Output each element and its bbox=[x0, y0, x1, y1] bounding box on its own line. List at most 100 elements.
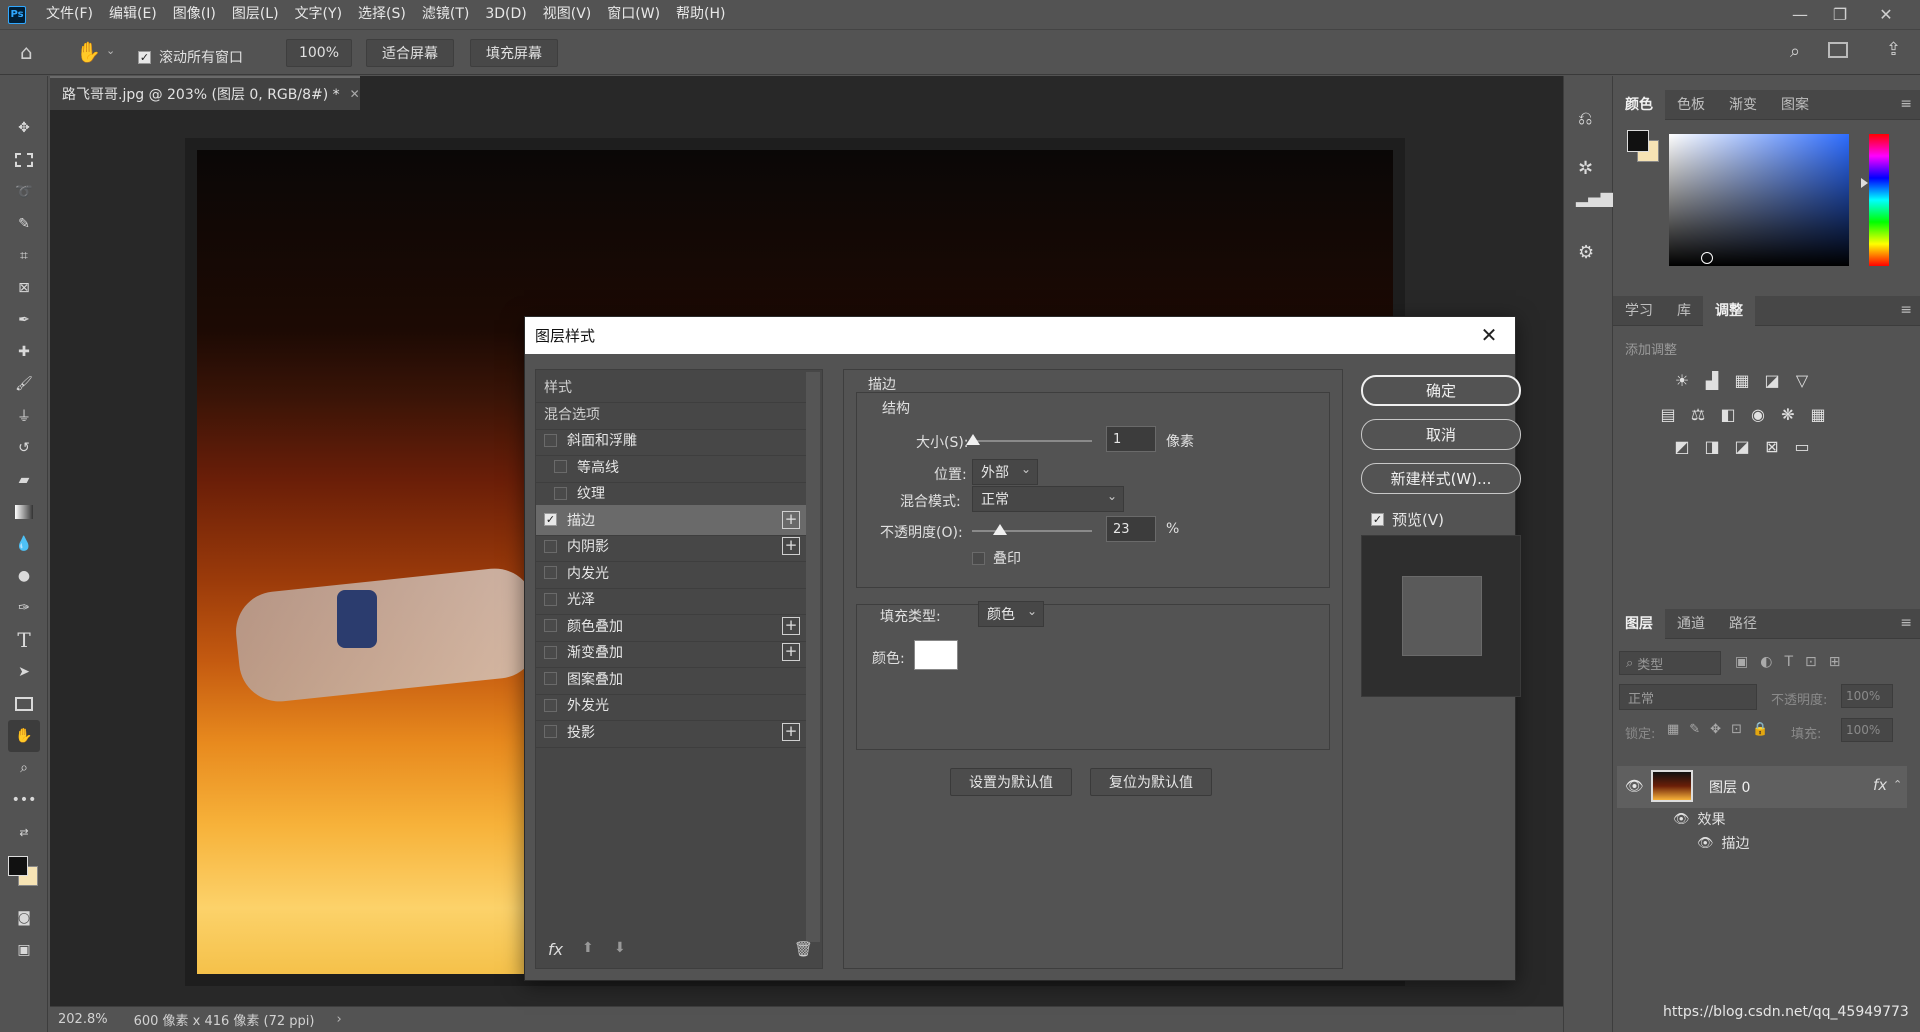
layer-row[interactable]: 👁 图层 0 fx ⌃ bbox=[1617, 766, 1907, 808]
checkbox-unchecked-icon[interactable] bbox=[554, 460, 567, 473]
rectangle-tool-icon[interactable] bbox=[8, 688, 40, 720]
set-default-button[interactable]: 设置为默认值 bbox=[950, 768, 1072, 796]
add-instance-icon[interactable]: + bbox=[782, 722, 800, 741]
screen-mode-icon[interactable]: ▣ bbox=[8, 934, 40, 966]
menu-item-7[interactable]: 3D(D) bbox=[477, 0, 534, 29]
tab-paths[interactable]: 路径 bbox=[1717, 609, 1769, 639]
menu-item-8[interactable]: 视图(V) bbox=[535, 0, 600, 29]
properties-icon[interactable]: ⚙ bbox=[1578, 242, 1594, 263]
lasso-tool-icon[interactable]: ➰ bbox=[8, 176, 40, 208]
channel-mixer-icon[interactable]: ❋ bbox=[1777, 404, 1799, 424]
opacity-slider[interactable] bbox=[972, 530, 1092, 532]
style-item-13[interactable]: 投影 + bbox=[536, 717, 806, 748]
color-lookup-icon[interactable]: ▦ bbox=[1807, 404, 1829, 424]
exposure-icon[interactable]: ◪ bbox=[1761, 370, 1783, 390]
layer-filter-dropdown[interactable]: ⌕ 类型 bbox=[1619, 651, 1721, 675]
preview-checkbox[interactable]: ✓ 预览(V) bbox=[1371, 509, 1444, 530]
panel-menu-icon[interactable]: ≡ bbox=[1900, 302, 1912, 318]
zoom-tool-icon[interactable]: ⌕ bbox=[8, 752, 40, 784]
add-instance-icon[interactable]: + bbox=[782, 643, 800, 661]
swap-colors-icon[interactable]: ⇄ bbox=[8, 816, 40, 848]
checkbox-unchecked-icon[interactable] bbox=[554, 486, 567, 500]
checkbox-unchecked-icon[interactable] bbox=[544, 433, 557, 447]
menu-item-6[interactable]: 滤镜(T) bbox=[414, 0, 477, 29]
share-icon[interactable]: ⇪ bbox=[1886, 39, 1901, 60]
lock-icons[interactable]: ▦✎✥⊡🔒 bbox=[1667, 722, 1778, 737]
add-instance-icon[interactable]: + bbox=[782, 537, 800, 555]
clone-stamp-tool-icon[interactable]: ⏚ bbox=[8, 400, 40, 432]
stroke-effect-row[interactable]: 👁 描边 bbox=[1697, 833, 1750, 853]
posterize-icon[interactable]: ◨ bbox=[1701, 436, 1723, 456]
black-white-icon[interactable]: ◧ bbox=[1717, 404, 1739, 424]
layer-filter-icons[interactable]: ▣◐T⊡⊞ bbox=[1735, 654, 1852, 670]
more-tools-icon[interactable]: ••• bbox=[8, 784, 40, 816]
checkbox-unchecked-icon[interactable] bbox=[544, 645, 557, 659]
gradient-map-icon[interactable]: ▭ bbox=[1791, 436, 1813, 456]
history-panel-icon[interactable]: ⎌ bbox=[1578, 108, 1592, 129]
tab-gradients[interactable]: 渐变 bbox=[1717, 90, 1769, 120]
menu-item-10[interactable]: 帮助(H) bbox=[668, 0, 733, 29]
color-picker-cursor[interactable] bbox=[1701, 252, 1713, 264]
checkbox-unchecked-icon[interactable] bbox=[544, 725, 557, 738]
vibrance-icon[interactable]: ▽ bbox=[1791, 370, 1813, 390]
checkbox-unchecked-icon[interactable] bbox=[544, 698, 557, 712]
gradient-tool-icon[interactable] bbox=[8, 496, 40, 528]
layer-name[interactable]: 图层 0 bbox=[1709, 777, 1750, 797]
tab-channels[interactable]: 通道 bbox=[1665, 609, 1717, 639]
blend-mode-dropdown[interactable]: 正常 bbox=[972, 486, 1124, 512]
history-brush-tool-icon[interactable]: ↺ bbox=[8, 432, 40, 464]
color-picker-field[interactable] bbox=[1669, 134, 1849, 266]
effects-row[interactable]: 👁 效果 bbox=[1673, 809, 1726, 829]
tab-patterns[interactable]: 图案 bbox=[1769, 90, 1821, 120]
brightness-icon[interactable]: ☀ bbox=[1671, 370, 1693, 390]
add-instance-icon[interactable]: + bbox=[782, 616, 800, 635]
position-dropdown[interactable]: 外部 bbox=[972, 459, 1038, 485]
chevron-right-icon[interactable]: › bbox=[337, 1012, 342, 1027]
home-icon[interactable]: ⌂ bbox=[20, 40, 46, 66]
photo-filter-icon[interactable]: ◉ bbox=[1747, 404, 1769, 424]
tab-learn[interactable]: 学习 bbox=[1613, 296, 1665, 326]
crop-tool-icon[interactable]: ⌗ bbox=[8, 240, 40, 272]
hand-tool-icon[interactable]: ✋ bbox=[8, 720, 40, 752]
hand-tool-icon[interactable]: ✋ bbox=[76, 40, 102, 66]
brush-settings-icon[interactable]: ✲ bbox=[1578, 158, 1593, 179]
menu-item-3[interactable]: 图层(L) bbox=[224, 0, 287, 29]
histogram-icon[interactable]: ▂▄▆ bbox=[1576, 188, 1613, 207]
healing-brush-tool-icon[interactable]: ✚ bbox=[8, 336, 40, 368]
dodge-tool-icon[interactable]: ● bbox=[8, 560, 40, 592]
panel-menu-icon[interactable]: ≡ bbox=[1900, 615, 1912, 631]
tab-adjustments[interactable]: 调整 bbox=[1703, 295, 1755, 326]
quick-mask-icon[interactable]: ◙ bbox=[8, 902, 40, 934]
tab-swatches[interactable]: 色板 bbox=[1665, 90, 1717, 120]
minimize-icon[interactable]: — bbox=[1780, 0, 1820, 29]
menu-item-0[interactable]: 文件(F) bbox=[38, 0, 101, 29]
menu-item-4[interactable]: 文字(Y) bbox=[287, 0, 350, 29]
selective-color-icon[interactable]: ⊠ bbox=[1761, 436, 1783, 456]
new-style-button[interactable]: 新建样式(W)... bbox=[1361, 463, 1521, 494]
menu-item-2[interactable]: 图像(I) bbox=[165, 0, 224, 29]
eraser-tool-icon[interactable]: ▰ bbox=[8, 464, 40, 496]
opacity-input[interactable]: 100% bbox=[1841, 684, 1893, 708]
stroke-color-swatch[interactable] bbox=[914, 640, 958, 670]
checkbox-unchecked-icon[interactable] bbox=[544, 592, 557, 606]
close-window-icon[interactable]: ✕ bbox=[1866, 0, 1906, 29]
add-instance-icon[interactable]: + bbox=[782, 510, 800, 529]
chevron-up-icon[interactable]: ⌃ bbox=[1893, 778, 1902, 791]
layer-fx-icon[interactable]: fx bbox=[1873, 776, 1887, 794]
brush-tool-icon[interactable]: 🖌 bbox=[8, 368, 40, 400]
checkbox-checked-icon[interactable]: ✓ bbox=[544, 513, 557, 526]
opacity-slider-thumb[interactable] bbox=[992, 524, 1007, 535]
eye-visibility-icon[interactable]: 👁 bbox=[1625, 777, 1644, 795]
document-tab[interactable]: 路飞哥哥.jpg @ 203% (图层 0, RGB/8#) * ✕ bbox=[50, 76, 360, 110]
hue-saturation-icon[interactable]: ▤ bbox=[1657, 404, 1679, 424]
menu-item-1[interactable]: 编辑(E) bbox=[101, 0, 165, 29]
restore-icon[interactable]: ❐ bbox=[1820, 0, 1860, 29]
tab-libraries[interactable]: 库 bbox=[1665, 296, 1703, 326]
tool-preset-dropdown-icon[interactable]: ⌄ bbox=[106, 44, 115, 57]
scroll-all-windows-checkbox[interactable]: ✓ 滚动所有窗口 bbox=[138, 47, 243, 67]
threshold-icon[interactable]: ◪ bbox=[1731, 436, 1753, 456]
eye-visibility-icon[interactable]: 👁 bbox=[1673, 812, 1690, 827]
eye-visibility-icon[interactable]: 👁 bbox=[1697, 836, 1714, 851]
blur-tool-icon[interactable]: 💧 bbox=[8, 528, 40, 560]
fit-screen-button[interactable]: 适合屏幕 bbox=[366, 39, 454, 67]
